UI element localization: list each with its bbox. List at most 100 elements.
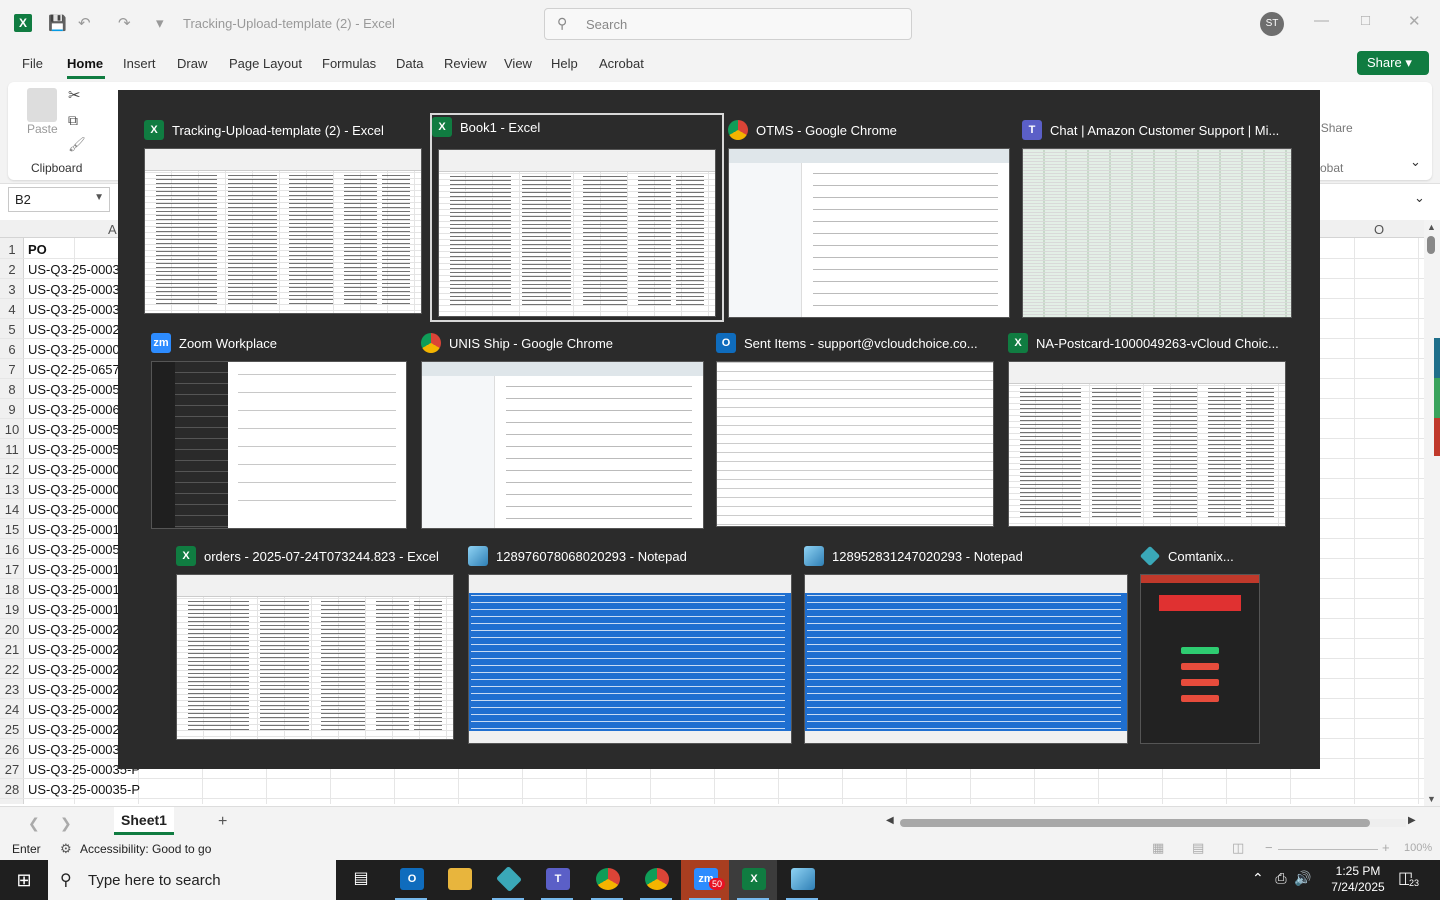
tab-home[interactable]: Home <box>67 56 103 71</box>
row-number[interactable]: 9 <box>0 402 24 417</box>
row-number[interactable]: 28 <box>0 782 24 797</box>
row-number[interactable]: 7 <box>0 362 24 377</box>
switcher-window[interactable]: X Tracking-Upload-template (2) - Excel <box>144 118 424 314</box>
restore-icon[interactable]: □ <box>1361 12 1370 29</box>
taskbar-search[interactable]: ⚲ Type here to search <box>48 860 336 900</box>
row-number[interactable]: 26 <box>0 742 24 757</box>
row-number[interactable]: 19 <box>0 602 24 617</box>
row-number[interactable]: 3 <box>0 282 24 297</box>
accessibility-status[interactable]: Accessibility: Good to go <box>80 842 211 856</box>
clock[interactable]: 1:25 PM 7/24/2025 <box>1326 863 1390 895</box>
row-number[interactable]: 1 <box>0 242 24 257</box>
cell-a[interactable]: PO <box>28 242 47 257</box>
minimize-icon[interactable]: — <box>1314 12 1329 29</box>
scroll-left-icon[interactable]: ◀ <box>886 815 894 826</box>
chrome-profile-taskbar-icon[interactable] <box>632 860 680 900</box>
switcher-window[interactable]: zm Zoom Workplace <box>151 331 407 529</box>
outlook-taskbar-icon[interactable]: O <box>387 860 435 900</box>
switcher-window[interactable]: Comtanix... <box>1140 544 1260 744</box>
close-icon[interactable]: ✕ <box>1408 12 1421 30</box>
network-icon[interactable]: ⎙ <box>1275 870 1286 886</box>
switcher-window[interactable]: 128952831247020293 - Notepad <box>804 544 1128 744</box>
vertical-scrollbar[interactable]: ▲ ▼ <box>1424 220 1440 810</box>
sheet-prev-icon[interactable]: ❮ <box>28 815 40 832</box>
row-number[interactable]: 21 <box>0 642 24 657</box>
zoom-slider[interactable] <box>1278 849 1378 850</box>
scroll-up-icon[interactable]: ▲ <box>1427 222 1436 232</box>
sheet-tab-sheet1[interactable]: Sheet1 <box>114 807 174 835</box>
row-number[interactable]: 5 <box>0 322 24 337</box>
tab-formulas[interactable]: Formulas <box>322 56 376 71</box>
save-icon[interactable]: 💾 <box>48 14 67 32</box>
tab-acrobat[interactable]: Acrobat <box>599 56 644 71</box>
tab-help[interactable]: Help <box>551 56 578 71</box>
row-number[interactable]: 11 <box>0 442 24 457</box>
formula-bar-expand-icon[interactable]: ⌄ <box>1414 190 1425 206</box>
row-number[interactable]: 6 <box>0 342 24 357</box>
row-number[interactable]: 15 <box>0 522 24 537</box>
chrome-taskbar-icon[interactable] <box>583 860 631 900</box>
search-box[interactable]: ⚲ Search <box>544 8 912 40</box>
zoom-in-icon[interactable]: + <box>1382 840 1390 855</box>
normal-view-icon[interactable]: ▦ <box>1152 840 1164 856</box>
switcher-window[interactable]: T Chat | Amazon Customer Support | Mi... <box>1022 118 1292 318</box>
zoom-out-icon[interactable]: − <box>1265 840 1273 855</box>
switcher-window[interactable]: OTMS - Google Chrome <box>728 118 1010 318</box>
ribbon-collapse-icon[interactable]: ⌄ <box>1410 154 1421 170</box>
paste-icon[interactable] <box>27 88 57 122</box>
tab-insert[interactable]: Insert <box>123 56 156 71</box>
vertical-scroll-thumb[interactable] <box>1427 236 1435 254</box>
row-number[interactable]: 18 <box>0 582 24 597</box>
column-o-header[interactable]: O <box>1374 222 1384 237</box>
add-sheet-icon[interactable]: + <box>218 813 227 831</box>
volume-icon[interactable]: 🔊 <box>1294 870 1311 886</box>
row-number[interactable]: 13 <box>0 482 24 497</box>
tab-data[interactable]: Data <box>396 56 423 71</box>
zoom-level[interactable]: 100% <box>1404 842 1432 854</box>
tab-draw[interactable]: Draw <box>177 56 207 71</box>
teams-taskbar-icon[interactable]: T <box>533 860 581 900</box>
row-number[interactable]: 20 <box>0 622 24 637</box>
row-number[interactable]: 4 <box>0 302 24 317</box>
row-number[interactable]: 17 <box>0 562 24 577</box>
file-explorer-taskbar-icon[interactable] <box>435 860 483 900</box>
horizontal-scroll-thumb[interactable] <box>900 819 1370 827</box>
row-number[interactable]: 12 <box>0 462 24 477</box>
zoom-taskbar-icon[interactable]: zm 50 <box>681 860 729 900</box>
copy-icon[interactable]: ⧉ <box>68 112 78 129</box>
row-number[interactable]: 23 <box>0 682 24 697</box>
tab-file[interactable]: File <box>22 56 43 71</box>
page-layout-view-icon[interactable]: ▤ <box>1192 840 1204 856</box>
row-number[interactable]: 14 <box>0 502 24 517</box>
tab-review[interactable]: Review <box>444 56 487 71</box>
tab-page-layout[interactable]: Page Layout <box>229 56 302 71</box>
cut-icon[interactable]: ✂ <box>68 86 81 104</box>
avatar[interactable]: ST <box>1260 12 1284 36</box>
switcher-window[interactable]: Xorders - 2025-07-24T073244.823 - Excel <box>176 544 454 740</box>
horizontal-scrollbar[interactable]: ◀ ▶ <box>886 815 1420 829</box>
switcher-window[interactable]: 128976078068020293 - Notepad <box>468 544 792 744</box>
switcher-window[interactable]: O Sent Items - support@vcloudchoice.co... <box>716 331 994 527</box>
page-break-view-icon[interactable]: ◫ <box>1232 840 1244 856</box>
cell-a[interactable]: US-Q3-25-00035-P <box>28 782 140 797</box>
share-button[interactable]: Share ▾ <box>1357 51 1429 75</box>
scroll-down-icon[interactable]: ▼ <box>1427 794 1436 804</box>
row-number[interactable]: 25 <box>0 722 24 737</box>
undo-icon[interactable]: ↶ <box>78 14 91 32</box>
switcher-window[interactable]: UNIS Ship - Google Chrome <box>421 331 704 529</box>
row-number[interactable]: 27 <box>0 762 24 777</box>
redo-icon[interactable]: ↷ <box>118 14 131 32</box>
scroll-right-icon[interactable]: ▶ <box>1408 815 1416 826</box>
name-box[interactable]: B2 ▼ <box>8 187 110 212</box>
tab-view[interactable]: View <box>504 56 532 71</box>
notification-center-icon[interactable]: ◫ 23 <box>1398 868 1420 888</box>
windows-start-icon[interactable]: ⊞ <box>0 860 48 900</box>
format-painter-icon[interactable]: 🖌 <box>68 136 86 153</box>
row-number[interactable]: 10 <box>0 422 24 437</box>
switcher-window[interactable]: X Book1 - Excel <box>430 113 724 322</box>
column-a-header[interactable]: A <box>108 222 117 237</box>
row-number[interactable]: 2 <box>0 262 24 277</box>
row-number[interactable]: 24 <box>0 702 24 717</box>
notepad-taskbar-icon[interactable] <box>778 860 826 900</box>
excel-taskbar-icon[interactable]: X <box>729 860 777 900</box>
